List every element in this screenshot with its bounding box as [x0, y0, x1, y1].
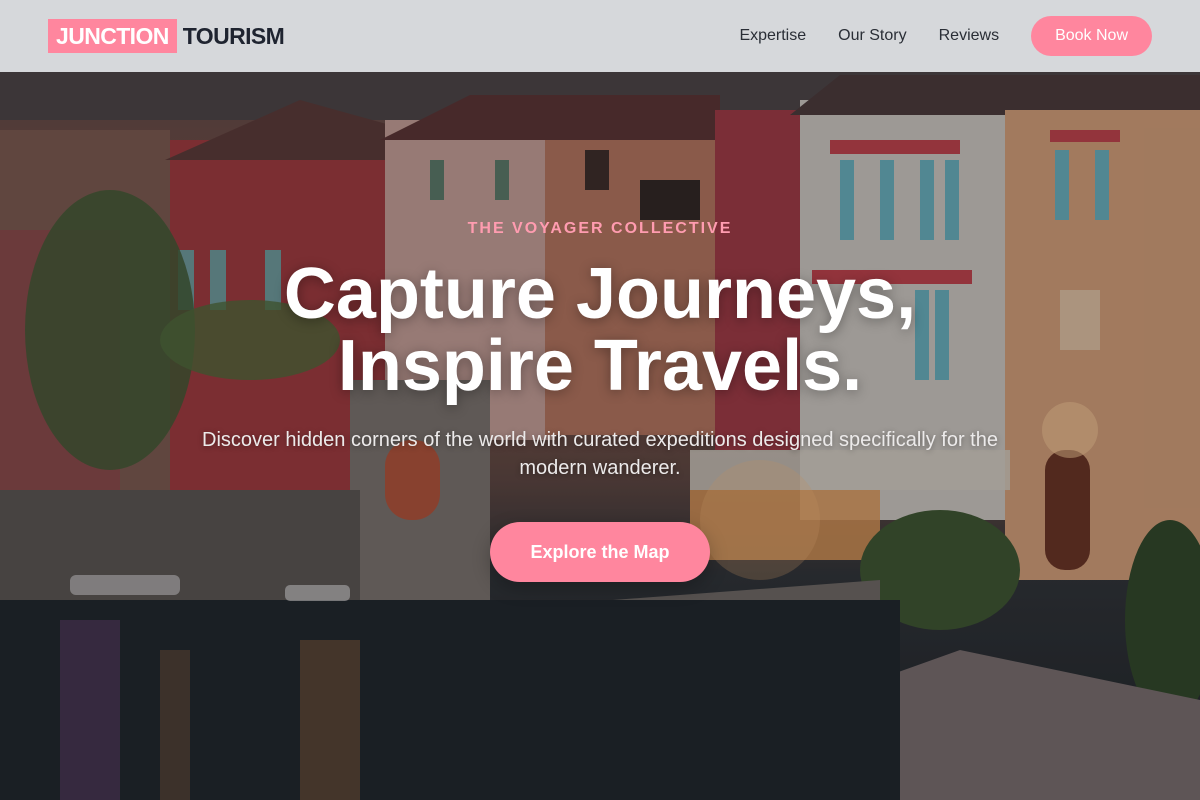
nav-link-expertise[interactable]: Expertise	[739, 27, 806, 45]
book-now-button[interactable]: Book Now	[1031, 16, 1152, 56]
nav-link-reviews[interactable]: Reviews	[939, 27, 999, 45]
brand-logo-highlight: JUNCTION	[48, 19, 177, 53]
brand-logo-text: TOURISM	[182, 23, 285, 49]
hero-section: THE VOYAGER COLLECTIVE Capture Journeys,…	[0, 0, 1200, 800]
main-nav: Expertise Our Story Reviews Book Now	[739, 16, 1152, 56]
brand-logo[interactable]: JUNCTION TOURISM	[48, 19, 285, 53]
nav-link-our-story[interactable]: Our Story	[838, 27, 906, 45]
hero-headline-line-1: Capture Journeys,	[283, 254, 917, 334]
site-header: JUNCTION TOURISM Expertise Our Story Rev…	[0, 0, 1200, 72]
hero-subtext: Discover hidden corners of the world wit…	[202, 429, 998, 479]
hero-eyebrow: THE VOYAGER COLLECTIVE	[467, 220, 733, 237]
hero-headline-line-2: Inspire Travels.	[337, 326, 863, 406]
hero-headline: Capture Journeys, Inspire Travels.	[0, 258, 1200, 402]
explore-map-button[interactable]: Explore the Map	[490, 522, 710, 582]
landing-page: JUNCTION TOURISM Expertise Our Story Rev…	[0, 0, 1200, 800]
